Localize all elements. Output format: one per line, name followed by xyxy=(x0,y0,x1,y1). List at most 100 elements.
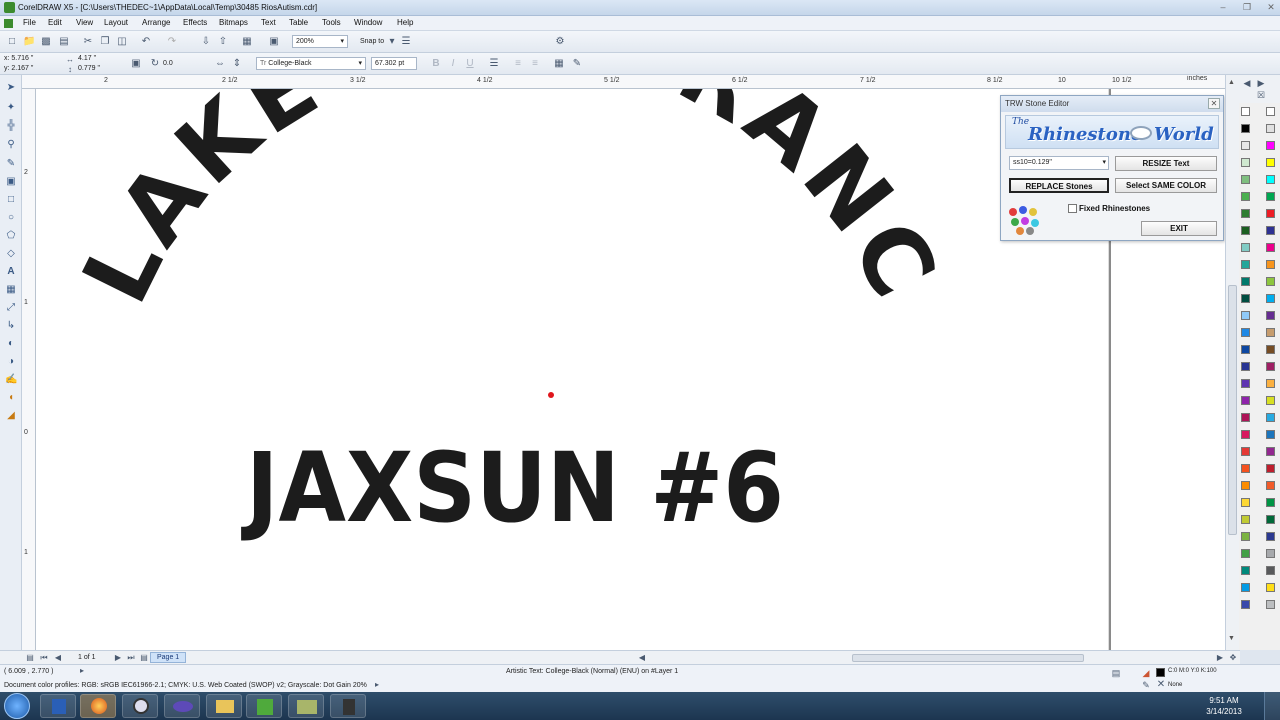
transparency-tool-icon[interactable]: ◑ xyxy=(5,356,17,368)
show-desktop-button[interactable] xyxy=(1264,692,1280,720)
menu-window[interactable]: Window xyxy=(354,18,382,27)
start-button[interactable] xyxy=(4,693,30,719)
palette-swatch[interactable] xyxy=(1241,311,1250,320)
replace-stones-button[interactable]: REPLACE Stones xyxy=(1009,178,1109,193)
palette-swatch[interactable] xyxy=(1266,566,1275,575)
menu-layout[interactable]: Layout xyxy=(104,18,128,27)
vertical-scrollbar[interactable]: ▲ ▼ xyxy=(1225,75,1239,650)
scroll-up-icon[interactable]: ▲ xyxy=(1228,79,1235,86)
outline-tool-icon[interactable]: ◖ xyxy=(5,392,17,404)
menu-effects[interactable]: Effects xyxy=(183,18,207,27)
connector-tool-icon[interactable]: ↳ xyxy=(5,320,17,332)
palette-swatch[interactable] xyxy=(1241,549,1250,558)
palette-swatch[interactable] xyxy=(1266,175,1275,184)
menu-arrange[interactable]: Arrange xyxy=(142,18,170,27)
stone-size-select[interactable]: ss10=0.129" ▾ xyxy=(1009,156,1109,170)
bold-icon[interactable]: B xyxy=(430,58,442,70)
smart-fill-tool-icon[interactable]: ▣ xyxy=(5,176,17,188)
palette-swatch[interactable] xyxy=(1266,192,1275,201)
name-text[interactable]: JAXSUN #6 xyxy=(241,432,784,544)
palette-swatch[interactable] xyxy=(1241,600,1250,609)
palette-swatch[interactable] xyxy=(1266,532,1275,541)
palette-swatch[interactable] xyxy=(1266,209,1275,218)
palette-swatch[interactable] xyxy=(1241,226,1250,235)
docker-arrow-icon[interactable]: ▶ xyxy=(1255,77,1267,89)
status-arrow-icon[interactable]: ▸ xyxy=(76,665,88,677)
undo-icon[interactable]: ↶ xyxy=(140,36,152,48)
navigator-icon[interactable]: ✥ xyxy=(1227,652,1239,664)
taskbar-word[interactable] xyxy=(40,694,76,718)
text-tool-icon[interactable]: A xyxy=(5,266,17,278)
align-icon[interactable]: ☰ xyxy=(488,58,500,70)
palette-swatch[interactable] xyxy=(1241,481,1250,490)
palette-swatch[interactable] xyxy=(1266,294,1275,303)
palette-swatch[interactable] xyxy=(1241,566,1250,575)
freehand-tool-icon[interactable]: ✎ xyxy=(5,158,17,170)
basic-shapes-tool-icon[interactable]: ◇ xyxy=(5,248,17,260)
palette-swatch[interactable] xyxy=(1241,498,1250,507)
palette-swatch[interactable] xyxy=(1241,124,1250,133)
taskbar-explorer[interactable] xyxy=(206,694,242,718)
menu-file[interactable]: File xyxy=(23,18,36,27)
taskbar-firefox[interactable] xyxy=(80,694,116,718)
first-page-icon[interactable]: ⏮ xyxy=(38,652,50,664)
palette-swatch[interactable] xyxy=(1241,345,1250,354)
menu-text[interactable]: Text xyxy=(261,18,276,27)
redo-icon[interactable]: ↷ xyxy=(166,36,178,48)
no-fill-icon[interactable]: ☒ xyxy=(1255,89,1267,101)
polygon-tool-icon[interactable]: ⬠ xyxy=(5,230,17,242)
clock-date[interactable]: 3/14/2013 xyxy=(1194,707,1254,716)
palette-swatch[interactable] xyxy=(1266,413,1275,422)
palette-swatch[interactable] xyxy=(1241,430,1250,439)
taskbar-app[interactable] xyxy=(164,694,200,718)
palette-swatch[interactable] xyxy=(1266,277,1275,286)
palette-swatch[interactable] xyxy=(1266,396,1275,405)
rotation-angle[interactable]: 0.0 xyxy=(163,60,173,67)
palette-swatch[interactable] xyxy=(1241,583,1250,592)
plugin-icon[interactable]: ⚙ xyxy=(554,36,566,48)
x-position[interactable]: x: 5.716 " xyxy=(4,55,33,62)
taskbar-app-dark[interactable] xyxy=(330,694,366,718)
palette-swatch[interactable] xyxy=(1266,243,1275,252)
palette-swatch[interactable] xyxy=(1241,447,1250,456)
palette-swatch[interactable] xyxy=(1241,464,1250,473)
dialog-close-icon[interactable]: ✕ xyxy=(1208,98,1220,109)
blend-tool-icon[interactable]: ◐ xyxy=(5,338,17,350)
vertical-ruler[interactable]: 2 1 0 1 xyxy=(22,89,36,650)
edit-text-icon[interactable]: ✎ xyxy=(571,58,583,70)
fill-swatch[interactable] xyxy=(1156,668,1165,677)
color-profiles[interactable]: Document color profiles: RGB: sRGB IEC61… xyxy=(4,682,367,689)
palette-swatch[interactable] xyxy=(1266,158,1275,167)
menu-bitmaps[interactable]: Bitmaps xyxy=(219,18,248,27)
save-icon[interactable]: ▩ xyxy=(40,36,52,48)
last-page-icon[interactable]: ⏭ xyxy=(125,652,137,664)
palette-swatch[interactable] xyxy=(1241,209,1250,218)
zoom-tool-icon[interactable]: ⚲ xyxy=(5,139,17,151)
palette-swatch[interactable] xyxy=(1266,583,1275,592)
page-icon[interactable]: ▤ xyxy=(24,652,36,664)
object-width[interactable]: 4.17 " xyxy=(78,55,96,62)
palette-swatch[interactable] xyxy=(1241,515,1250,524)
palette-swatch[interactable] xyxy=(1266,141,1275,150)
add-page-icon[interactable]: ▤ xyxy=(138,652,150,664)
export-icon[interactable]: ⇧ xyxy=(217,36,229,48)
mirror-horizontal-icon[interactable]: ⇔ xyxy=(214,58,226,70)
scroll-down-icon[interactable]: ▼ xyxy=(1228,635,1235,642)
palette-swatch[interactable] xyxy=(1241,175,1250,184)
drop-cap-icon[interactable]: ≡ xyxy=(529,58,541,70)
doc-icon[interactable] xyxy=(4,19,13,28)
italic-icon[interactable]: I xyxy=(447,58,459,70)
bullet-icon[interactable]: ≡ xyxy=(512,58,524,70)
horizontal-ruler[interactable]: 2 2 1/2 3 1/2 4 1/2 5 1/2 6 1/2 7 1/2 8 … xyxy=(22,75,1225,89)
taskbar-app-olive[interactable] xyxy=(288,694,324,718)
scroll-left-icon[interactable]: ◀ xyxy=(636,652,648,664)
minimize-button[interactable]: – xyxy=(1216,2,1230,13)
pick-tool-icon[interactable]: ➤ xyxy=(5,82,17,94)
palette-swatch[interactable] xyxy=(1266,549,1275,558)
fixed-rhinestones-checkbox[interactable] xyxy=(1068,204,1077,213)
status-arrow-icon[interactable]: ▸ xyxy=(371,679,383,691)
restore-button[interactable]: ❐ xyxy=(1240,2,1254,13)
fill-tool-icon[interactable]: ◢ xyxy=(5,410,17,422)
no-outline-icon[interactable]: ✕ xyxy=(1155,679,1167,691)
select-same-color-button[interactable]: Select SAME COLOR xyxy=(1115,178,1217,193)
